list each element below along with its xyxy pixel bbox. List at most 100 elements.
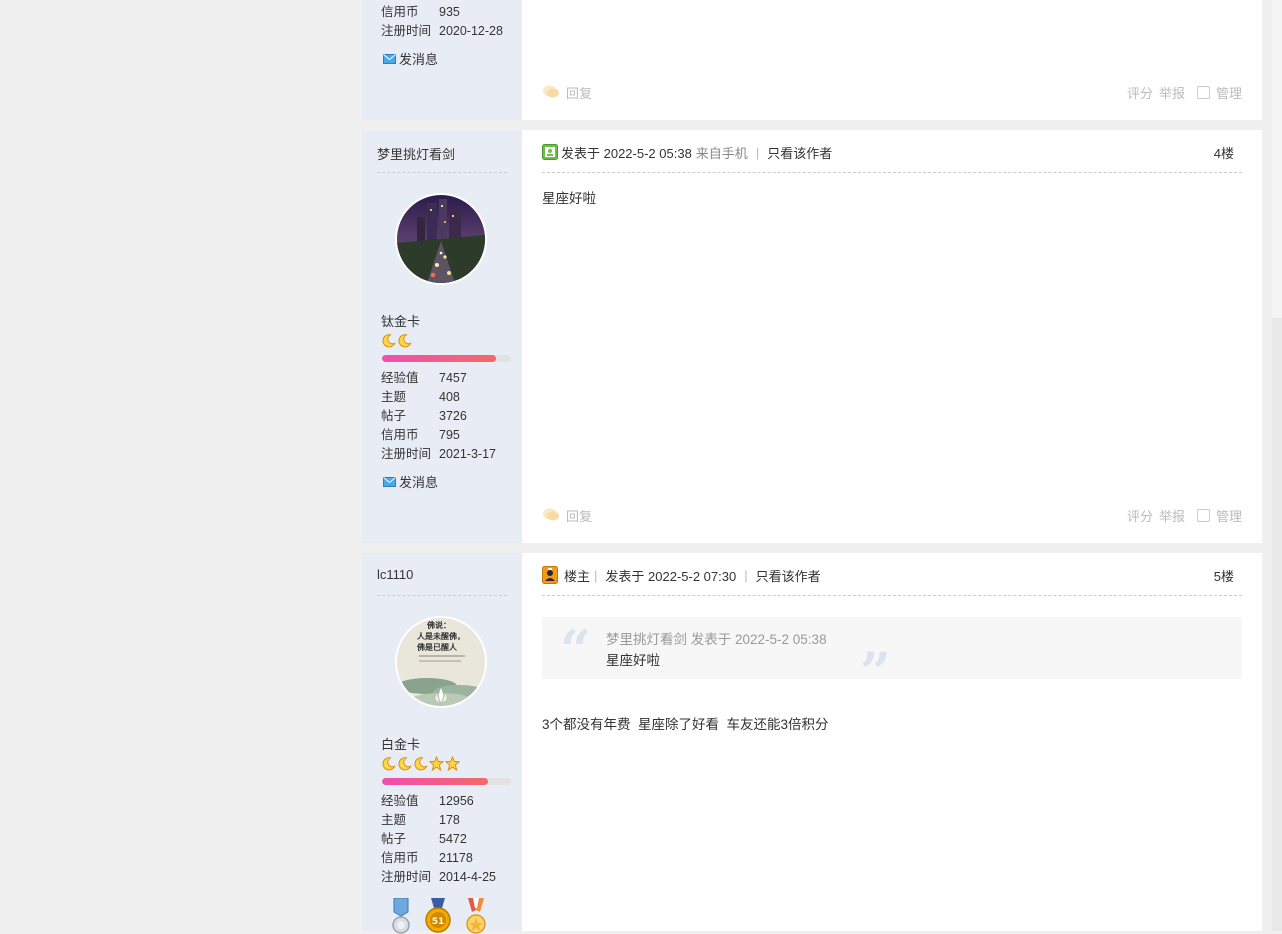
medal-label: 51	[432, 917, 445, 927]
separator: |	[594, 567, 598, 583]
stat-row: 帖子 5472	[381, 830, 496, 849]
manage-link[interactable]: 管理	[1216, 506, 1242, 525]
rate-link[interactable]: 评分	[1127, 83, 1153, 102]
stat-row: 经验值 7457	[381, 369, 496, 388]
report-link[interactable]: 举报	[1159, 506, 1185, 525]
stat-row: 帖子 3726	[381, 407, 496, 426]
post-content: 回复 评分 举报 管理	[522, 0, 1262, 120]
separator: |	[744, 567, 748, 583]
stat-label: 帖子	[381, 832, 407, 846]
author-stats: 经验值 7457 主题 408 帖子 3726 信用币 795 注册时间 2021-3-1…	[381, 369, 496, 464]
stat-value: 2021-3-17	[439, 447, 496, 461]
star-icon	[445, 756, 460, 771]
divider	[542, 595, 1242, 596]
stat-row: 注册时间 2021-3-17	[381, 445, 496, 464]
stat-label: 注册时间	[381, 24, 432, 38]
user-group: 钛金卡	[381, 314, 421, 329]
post-footer: 回复 评分 举报 管理	[542, 83, 1242, 101]
post-actions: 评分 举报 管理	[1127, 506, 1242, 525]
reply-icon	[543, 85, 559, 98]
floor-number[interactable]: 4楼	[1214, 143, 1234, 162]
manage-checkbox[interactable]	[1196, 508, 1210, 522]
send-message-link[interactable]: 发消息	[383, 49, 438, 68]
stat-label: 帖子	[381, 409, 407, 423]
author-name[interactable]: lc1110	[377, 567, 413, 582]
manage-checkbox[interactable]	[1196, 85, 1210, 99]
avatar-text: 佛是已醒人	[416, 642, 458, 652]
star-icon	[429, 756, 444, 771]
reply-icon	[543, 508, 559, 521]
gold-medal-icon[interactable]: 51	[422, 898, 454, 934]
stat-row: 主题 408	[381, 388, 496, 407]
stat-value: 5472	[439, 832, 467, 846]
post-actions: 评分 举报 管理	[1127, 83, 1242, 102]
mobile-post-icon	[542, 144, 558, 160]
only-author-link[interactable]: 只看该作者	[756, 566, 821, 585]
close-quote-icon: ”	[860, 640, 892, 704]
stat-label: 信用币	[381, 5, 419, 19]
user-group: 白金卡	[381, 737, 421, 752]
moon-icon	[414, 757, 428, 771]
stat-value: 795	[439, 428, 460, 442]
post-time: 发表于 2022-5-2 05:38	[561, 145, 692, 161]
avatar-image: 佛说： 人是未醒佛， 佛是已醒人	[397, 618, 485, 706]
avatar[interactable]	[395, 193, 487, 285]
stat-label: 注册时间	[381, 447, 432, 461]
stat-row: 注册时间 2020-12-28	[381, 22, 503, 41]
reply-link[interactable]: 回复	[566, 83, 592, 102]
post-content: 发表于 2022-5-2 05:38 来自手机 | 只看该作者 4楼 星座好啦 …	[522, 130, 1262, 543]
report-link[interactable]: 举报	[1159, 83, 1185, 102]
moon-icon	[382, 334, 396, 348]
stat-label: 经验值	[381, 794, 419, 808]
stat-value: 178	[439, 813, 460, 827]
envelope-icon	[383, 476, 396, 487]
reply-link[interactable]: 回复	[566, 506, 592, 525]
stat-value: 3726	[439, 409, 467, 423]
post-header: 发表于 2022-5-2 05:38 来自手机 | 只看该作者 4楼	[542, 143, 1242, 161]
divider	[542, 172, 1242, 173]
level-progress-bar	[382, 778, 511, 785]
floor-number[interactable]: 5楼	[1214, 566, 1234, 585]
post-3: 信用币 935 注册时间 2020-12-28 发消息 回复 评分 举报 管理	[362, 0, 1262, 120]
quote-block: “ ” 梦里挑灯看剑 发表于 2022-5-2 05:38 星座好啦	[542, 617, 1242, 699]
level-icons	[381, 333, 412, 348]
avatar[interactable]: 佛说： 人是未醒佛， 佛是已醒人	[395, 616, 487, 708]
author-panel: 信用币 935 注册时间 2020-12-28 发消息	[362, 0, 522, 120]
only-author-link[interactable]: 只看该作者	[767, 143, 832, 162]
stat-label: 主题	[381, 390, 407, 404]
moon-icon	[398, 334, 412, 348]
stat-value: 7457	[439, 371, 467, 385]
stat-value: 2014-4-25	[439, 870, 496, 884]
post-source: 来自手机	[695, 145, 748, 161]
stat-label: 信用币	[381, 428, 419, 442]
stat-value: 21178	[439, 851, 473, 865]
post-5: lc1110 佛说： 人是未醒佛， 佛是已醒人 白金卡 经验值 12956 主题…	[362, 553, 1262, 934]
post-4: 梦里挑灯看剑 钛金卡 经验值 7457 主题 408 帖子 3726 信用币 7…	[362, 130, 1262, 543]
ribbon-medal-icon[interactable]	[460, 898, 492, 934]
quote-author-line: 梦里挑灯看剑 发表于 2022-5-2 05:38	[606, 632, 827, 647]
stat-row: 信用币 935	[381, 3, 503, 22]
stat-row: 信用币 21178	[381, 849, 496, 868]
avatar-image	[397, 195, 485, 283]
send-message-link[interactable]: 发消息	[383, 472, 438, 491]
stat-value: 12956	[439, 794, 474, 808]
stat-value: 408	[439, 390, 460, 404]
open-quote-icon: “	[560, 618, 592, 682]
scrollbar-thumb[interactable]	[1272, 318, 1282, 931]
send-message-label: 发消息	[399, 52, 439, 67]
post-footer: 回复 评分 举报 管理	[542, 506, 1242, 524]
author-name[interactable]: 梦里挑灯看剑	[377, 144, 455, 163]
level-progress-fill	[382, 778, 488, 785]
manage-link[interactable]: 管理	[1216, 83, 1242, 102]
author-stats: 信用币 935 注册时间 2020-12-28	[381, 3, 503, 41]
author-stats: 经验值 12956 主题 178 帖子 5472 信用币 21178 注册时间 2014-…	[381, 792, 496, 887]
thread-owner-icon	[542, 566, 558, 584]
author-panel: 梦里挑灯看剑 钛金卡 经验值 7457 主题 408 帖子 3726 信用币 7…	[362, 130, 522, 543]
rate-link[interactable]: 评分	[1127, 506, 1153, 525]
moon-icon	[398, 757, 412, 771]
shield-medal-icon[interactable]	[386, 898, 416, 934]
thread-owner-label: 楼主	[564, 568, 591, 584]
moon-icon	[382, 757, 396, 771]
post-header: 楼主 | 发表于 2022-5-2 07:30 | 只看该作者 5楼	[542, 566, 1242, 584]
stat-row: 注册时间 2014-4-25	[381, 868, 496, 887]
